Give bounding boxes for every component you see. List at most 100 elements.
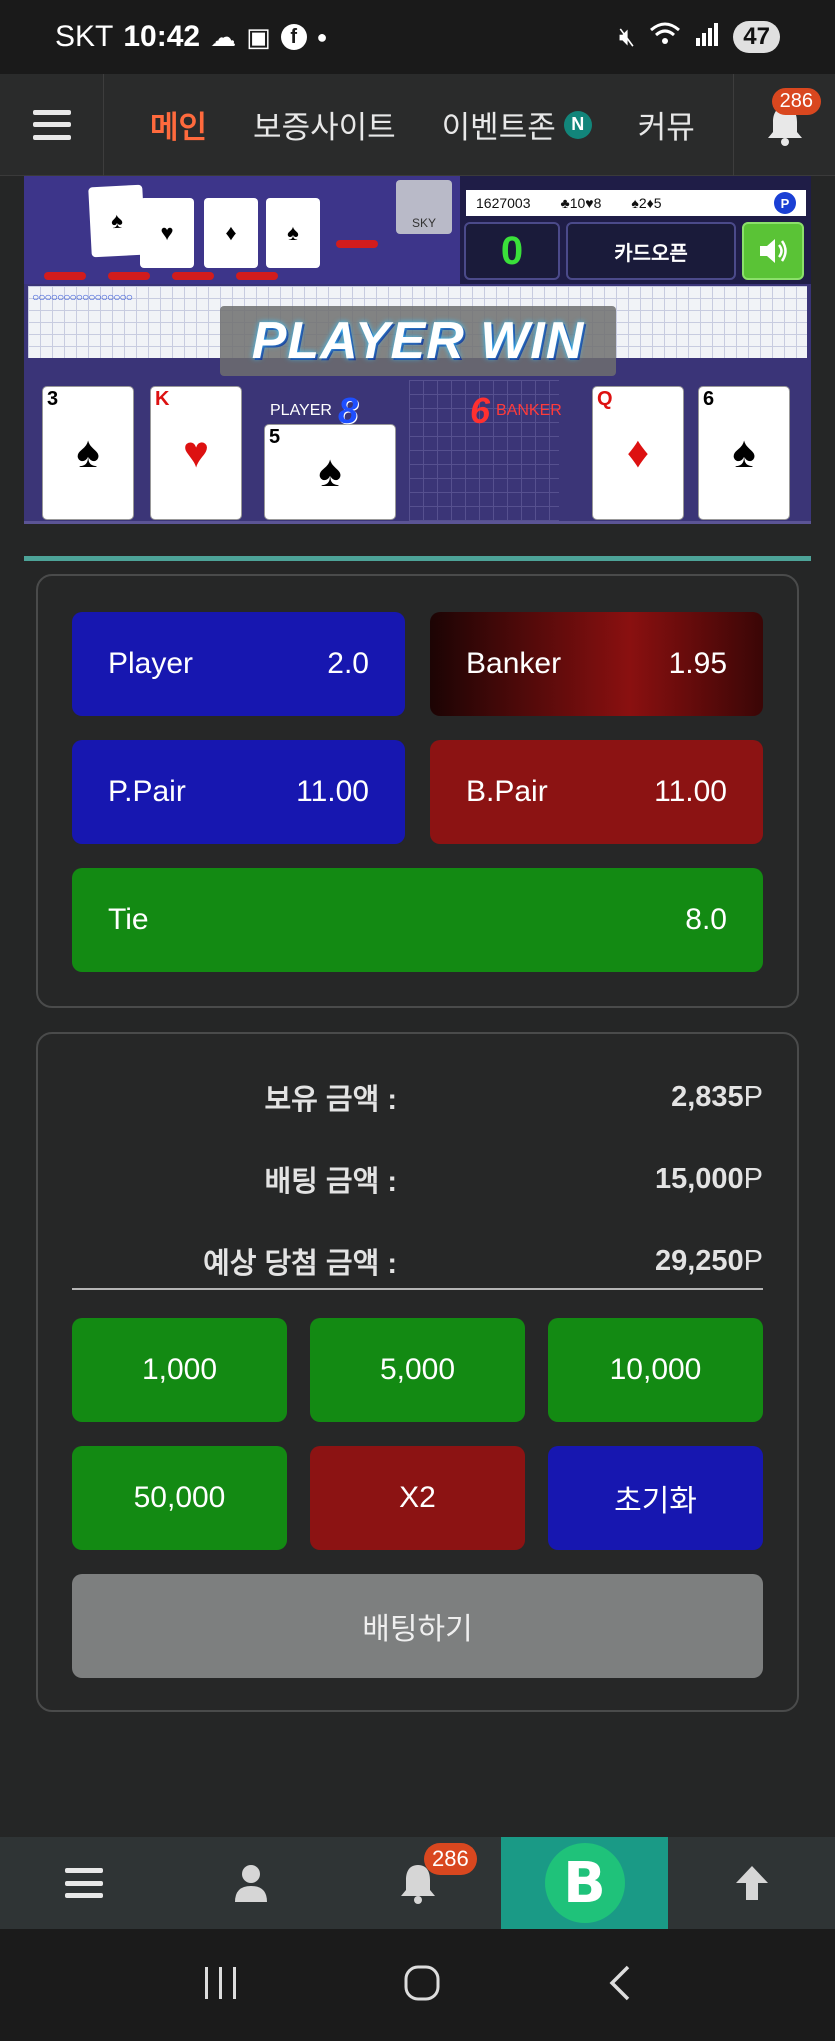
battery-indicator: 47 (733, 21, 780, 53)
card-rank: Q (597, 388, 613, 410)
road-map-dots: ○○○○○○○○○○○○○○○○ (32, 290, 133, 304)
balance-label: 보유 금액 : (264, 1084, 398, 1116)
tab-guarantee-sites-label: 보증사이트 (253, 110, 396, 145)
screenshot-icon: ▣ (246, 21, 271, 52)
mute-icon: 🔇︎ (618, 21, 636, 51)
odds-label: Banker (466, 647, 562, 680)
player-score: 8 (337, 390, 358, 431)
card-rank: 6 (703, 388, 715, 410)
bet-panel: 보유 금액 : 2,835P 배팅 금액 : 15,000 P 예상 당첨 금액 … (36, 1032, 799, 1712)
reset-bet-button[interactable]: 초기화 (548, 1446, 763, 1550)
home-icon (404, 1965, 440, 2000)
tab-event-zone[interactable]: 이벤트존 N (442, 102, 592, 147)
banker-result-cards: ♠2♦5 (631, 195, 662, 211)
clock: 10:42 (123, 20, 201, 53)
chip-50000-button[interactable]: 50,000 (72, 1446, 287, 1550)
odds-label: Tie (108, 903, 149, 936)
bet-amount-label: 배팅 금액 : (264, 1166, 398, 1198)
odds-value: 11.00 (296, 775, 369, 808)
bottom-notifications-button[interactable]: 286 (334, 1837, 501, 1929)
odds-value: 1.95 (668, 647, 727, 680)
bet-tie-button[interactable]: Tie 8.0 (72, 868, 763, 972)
player-label-text: PLAYER (270, 402, 332, 419)
tab-community-label: 커뮤 (637, 110, 695, 145)
top-nav: 메인 보증사이트 이벤트존 N 커뮤 286 (0, 73, 835, 176)
baccarat-game-view: ♠ ♥ ♦ ♠ SKY 1627003 ♣10♥8 ♠2♦5 P 0 카드오픈 … (24, 176, 811, 524)
diamond-icon: ♦ (626, 428, 650, 477)
banker-score: 6 (470, 390, 491, 431)
expected-win-label: 예상 당첨 금액 : (203, 1248, 397, 1280)
info-divider (72, 1288, 763, 1290)
banker-card-1: Q ♦ (592, 386, 684, 520)
baccarat-home-button[interactable]: B (501, 1837, 668, 1929)
player-card-3: 5 ♠ (264, 424, 396, 520)
card-rank: K (155, 388, 170, 410)
bet-amount-value: 15,000 (654, 1162, 744, 1195)
signal-icon (695, 22, 719, 53)
tab-main-label: 메인 (150, 110, 208, 145)
system-nav (0, 1929, 835, 2041)
home-button[interactable] (402, 1963, 442, 2008)
back-icon (609, 1965, 630, 2000)
menu-button[interactable] (0, 73, 104, 176)
tab-community[interactable]: 커뮤 (638, 102, 695, 147)
scroll-top-button[interactable] (668, 1837, 835, 1929)
dealer-card: ♦ (204, 198, 258, 268)
bet-banker-pair-button[interactable]: B.Pair 11.00 (430, 740, 763, 844)
dealer-card: ♥ (140, 198, 194, 268)
chip-5000-button[interactable]: 5,000 (310, 1318, 525, 1422)
bet-plate (44, 272, 86, 280)
point-unit: P (743, 1080, 763, 1113)
dealer-card: ♠ (266, 198, 320, 268)
facebook-icon: f (280, 24, 307, 50)
odds-value: 8.0 (685, 903, 727, 936)
bottom-menu-button[interactable] (0, 1837, 167, 1929)
bet-player-button[interactable]: Player 2.0 (72, 612, 405, 716)
status-bar: SKT 10:42 ☁ ▣ f ● 🔇︎ 47 (0, 0, 835, 74)
sound-toggle-button[interactable] (742, 222, 804, 280)
section-divider (24, 556, 811, 561)
speaker-icon (760, 239, 787, 263)
card-open-button[interactable]: 카드오픈 (566, 222, 736, 280)
bet-banker-button[interactable]: Banker 1.95 (430, 612, 763, 716)
last-result-row: 1627003 ♣10♥8 ♠2♦5 P (466, 190, 806, 216)
user-icon (234, 1865, 267, 1902)
bet-plate (336, 240, 378, 248)
profile-button[interactable] (167, 1837, 334, 1929)
point-unit: P (743, 1244, 763, 1277)
tab-guarantee-sites[interactable]: 보증사이트 (253, 102, 396, 147)
bet-plate (108, 272, 150, 280)
arrow-up-icon (735, 1866, 768, 1900)
bet-plate (172, 272, 214, 280)
player-card-1: 3 ♠ (42, 386, 134, 520)
expected-win-value: 29,250 (654, 1244, 744, 1277)
score-panel: 1627003 ♣10♥8 ♠2♦5 P 0 카드오픈 (460, 176, 811, 284)
heart-icon: ♥ (182, 428, 210, 477)
balance-row: 보유 금액 : 2,835P (72, 1072, 764, 1122)
result-badge: P (774, 192, 796, 214)
sky-label: SKY (411, 216, 436, 230)
hamburger-icon (32, 109, 71, 140)
notifications-button[interactable]: 286 (733, 73, 835, 176)
banker-score-label: 6 BANKER (470, 390, 562, 432)
player-card-2: K ♥ (150, 386, 242, 520)
bet-player-pair-button[interactable]: P.Pair 11.00 (72, 740, 405, 844)
odds-label: Player (108, 647, 194, 680)
bottom-nav: 286 B (0, 1837, 835, 1929)
recent-apps-icon (204, 1966, 236, 1999)
recent-apps-button[interactable] (201, 1965, 241, 2006)
dealer-card: ♠ (88, 184, 146, 258)
notification-count: 286 (771, 87, 821, 115)
back-button[interactable] (604, 1963, 634, 2008)
chip-1000-button[interactable]: 1,000 (72, 1318, 287, 1422)
bet-plate (236, 272, 278, 280)
place-bet-button[interactable]: 배팅하기 (72, 1574, 763, 1678)
double-bet-button[interactable]: X2 (310, 1446, 525, 1550)
tab-main[interactable]: 메인 (150, 102, 207, 147)
wifi-icon (649, 21, 681, 54)
cards-row: 3 ♠ K ♥ 5 ♠ PLAYER 8 6 BANKER Q ♦ 6 ♠ (24, 380, 811, 521)
chip-10000-button[interactable]: 10,000 (548, 1318, 763, 1422)
round-number: 1627003 (476, 195, 531, 211)
player-score-label: PLAYER 8 (270, 390, 358, 432)
odds-label: B.Pair (466, 775, 548, 808)
